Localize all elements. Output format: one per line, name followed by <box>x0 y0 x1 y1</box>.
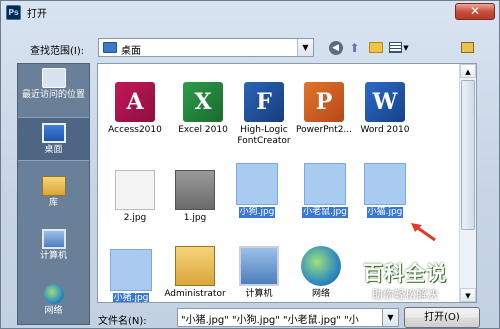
chevron-down-icon[interactable]: ▼ <box>297 39 313 56</box>
file-item-dog[interactable]: 小狗.jpg <box>224 163 290 218</box>
close-button[interactable]: ✕ <box>455 3 495 20</box>
place-computer[interactable]: 计算机 <box>18 229 89 262</box>
file-name: 小猫.jpg <box>366 207 404 218</box>
open-button[interactable]: 打开(O) <box>404 307 480 328</box>
watermark: 百科全说 助你轻松解决 <box>346 257 464 302</box>
file-name: 2.jpg <box>123 213 147 223</box>
file-name: 1.jpg <box>183 213 207 223</box>
library-icon <box>41 176 66 196</box>
recent-places-icon <box>41 68 66 88</box>
photoshop-app-icon: Ps <box>6 4 21 20</box>
file-item-cat[interactable]: 小猫.jpg <box>352 163 418 218</box>
user-folder-icon <box>175 246 215 286</box>
scrollbar-thumb[interactable] <box>461 80 475 230</box>
file-item-powerpoint[interactable]: P PowerPnt2... <box>291 82 357 136</box>
file-item-word2010[interactable]: W Word 2010 <box>352 82 418 136</box>
desktop-shortcut-button[interactable] <box>459 39 476 56</box>
file-item-fontcreator[interactable]: F High-Logic FontCreator <box>229 82 299 147</box>
lookin-dropdown[interactable]: 桌面 ▼ <box>98 38 314 57</box>
up-folder-icon: ⬆ <box>349 40 360 55</box>
lookin-label: 查找范围(I): <box>30 46 85 57</box>
place-recent[interactable]: 最近访问的位置 <box>18 68 89 101</box>
desktop-shortcut-icon <box>461 42 474 53</box>
title-bar[interactable]: Ps 打开 ✕ <box>1 1 499 23</box>
back-button[interactable]: ◀ <box>327 39 344 56</box>
network-icon <box>43 284 64 304</box>
image-icon <box>115 170 155 210</box>
file-item-access2010[interactable]: A Access2010 <box>102 82 168 136</box>
watermark-subtitle: 助你轻松解决 <box>372 288 438 301</box>
place-desktop[interactable]: 桌面 <box>18 117 89 161</box>
fontcreator-icon: F <box>244 82 284 122</box>
network-icon <box>301 246 341 286</box>
file-item-mouse[interactable]: 小老鼠.jpg <box>292 163 358 218</box>
word-icon: W <box>365 82 405 122</box>
file-name: 计算机 <box>245 289 273 299</box>
place-label: 网络 <box>44 306 63 316</box>
chevron-down-icon[interactable]: ▼ <box>383 308 399 327</box>
file-name: 小狗.jpg <box>238 207 276 218</box>
desktop-icon <box>41 123 66 143</box>
open-dialog: Ps 打开 ✕ 查找范围(I): 桌面 ▼ ◀ ⬆ ▼ 最近访问的位置 桌面 库… <box>0 0 500 329</box>
computer-icon <box>41 229 66 249</box>
back-icon: ◀ <box>328 40 343 55</box>
file-item-pig[interactable]: 小猪.jpg <box>98 249 164 303</box>
mouse-image-icon <box>304 163 346 205</box>
place-label: 计算机 <box>39 251 67 261</box>
new-folder-icon <box>368 42 383 53</box>
computer-icon <box>239 246 279 286</box>
place-label: 库 <box>48 198 58 208</box>
access-icon: A <box>115 82 155 122</box>
views-menu-icon <box>389 42 403 53</box>
dialog-title: 打开 <box>27 8 47 20</box>
new-folder-button[interactable] <box>367 39 384 56</box>
desktop-folder-icon <box>103 42 117 53</box>
scroll-up-icon[interactable]: ▲ <box>460 64 476 78</box>
place-library[interactable]: 库 <box>18 176 89 209</box>
file-item-2jpg[interactable]: 2.jpg <box>102 170 168 224</box>
place-label: 桌面 <box>44 145 63 155</box>
watermark-title: 百科全说 <box>363 261 447 285</box>
file-name: 小猪.jpg <box>112 293 150 303</box>
pig-image-icon <box>110 249 152 291</box>
place-label: 最近访问的位置 <box>21 90 85 100</box>
file-name: Word 2010 <box>360 125 410 135</box>
image-icon <box>175 170 215 210</box>
file-item-1jpg[interactable]: 1.jpg <box>162 170 228 224</box>
cat-image-icon <box>364 163 406 205</box>
file-name: 小老鼠.jpg <box>302 207 348 218</box>
annotation-arrow-icon <box>411 223 436 242</box>
file-item-administrator[interactable]: Administrator <box>162 246 228 300</box>
powerpoint-icon: P <box>304 82 344 122</box>
views-menu-button[interactable]: ▼ <box>388 39 410 56</box>
up-folder-button[interactable]: ⬆ <box>346 39 363 56</box>
excel-icon: X <box>183 82 223 122</box>
file-name: Administrator <box>164 289 226 299</box>
places-bar: 最近访问的位置 桌面 库 计算机 网络 <box>17 63 90 325</box>
file-item-excel2010[interactable]: X Excel 2010 <box>170 82 236 136</box>
file-name: PowerPnt2... <box>295 125 353 135</box>
file-name: Access2010 <box>108 125 162 135</box>
file-name: Excel 2010 <box>178 125 228 135</box>
file-name: High-Logic FontCreator <box>237 125 291 146</box>
place-network[interactable]: 网络 <box>18 284 89 317</box>
filename-label: 文件名(N): <box>98 316 147 327</box>
file-item-network[interactable]: 网络 <box>288 246 354 300</box>
file-name: 网络 <box>311 289 330 299</box>
dog-image-icon <box>236 163 278 205</box>
lookin-value: 桌面 <box>121 46 141 57</box>
filename-input[interactable]: "小猪.jpg" "小狗.jpg" "小老鼠.jpg" "小 <box>177 308 383 327</box>
file-item-computer[interactable]: 计算机 <box>226 246 292 300</box>
